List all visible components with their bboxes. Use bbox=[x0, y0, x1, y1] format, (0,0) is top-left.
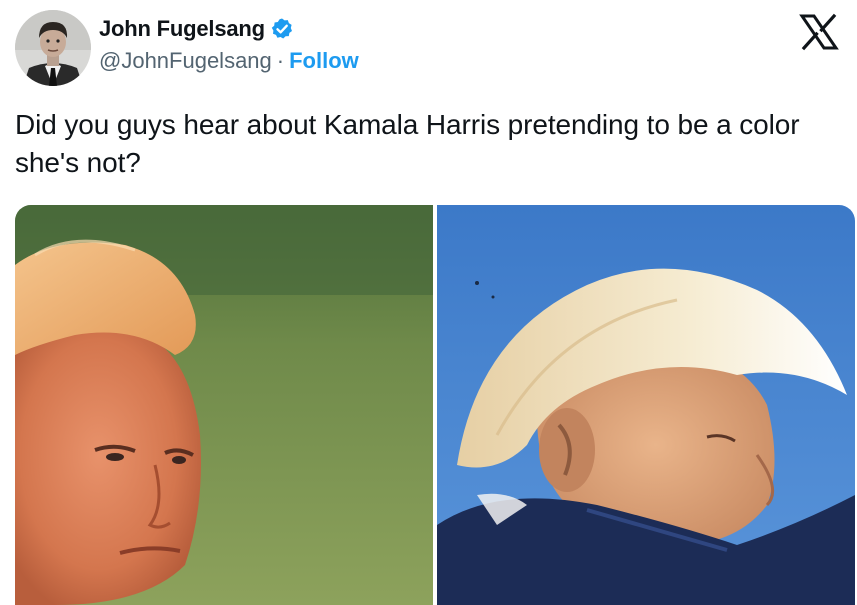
display-name[interactable]: John Fugelsang bbox=[99, 16, 265, 42]
tweet-photo-2[interactable] bbox=[437, 205, 855, 605]
follow-button[interactable]: Follow bbox=[289, 48, 359, 74]
tweet-header: John Fugelsang @JohnFugelsang · Follow bbox=[99, 14, 359, 74]
name-row: John Fugelsang bbox=[99, 14, 359, 44]
tweet-photo-1[interactable] bbox=[15, 205, 433, 605]
media-grid bbox=[15, 205, 855, 605]
tweet-card: John Fugelsang @JohnFugelsang · Follow D… bbox=[0, 0, 857, 605]
tweet-text: Did you guys hear about Kamala Harris pr… bbox=[15, 109, 800, 178]
handle[interactable]: @JohnFugelsang bbox=[99, 48, 272, 74]
separator-dot: · bbox=[276, 48, 285, 73]
handle-row: @JohnFugelsang · Follow bbox=[99, 48, 359, 74]
x-logo-icon[interactable] bbox=[799, 12, 839, 52]
avatar[interactable] bbox=[15, 10, 91, 86]
verified-badge-icon bbox=[270, 17, 294, 41]
